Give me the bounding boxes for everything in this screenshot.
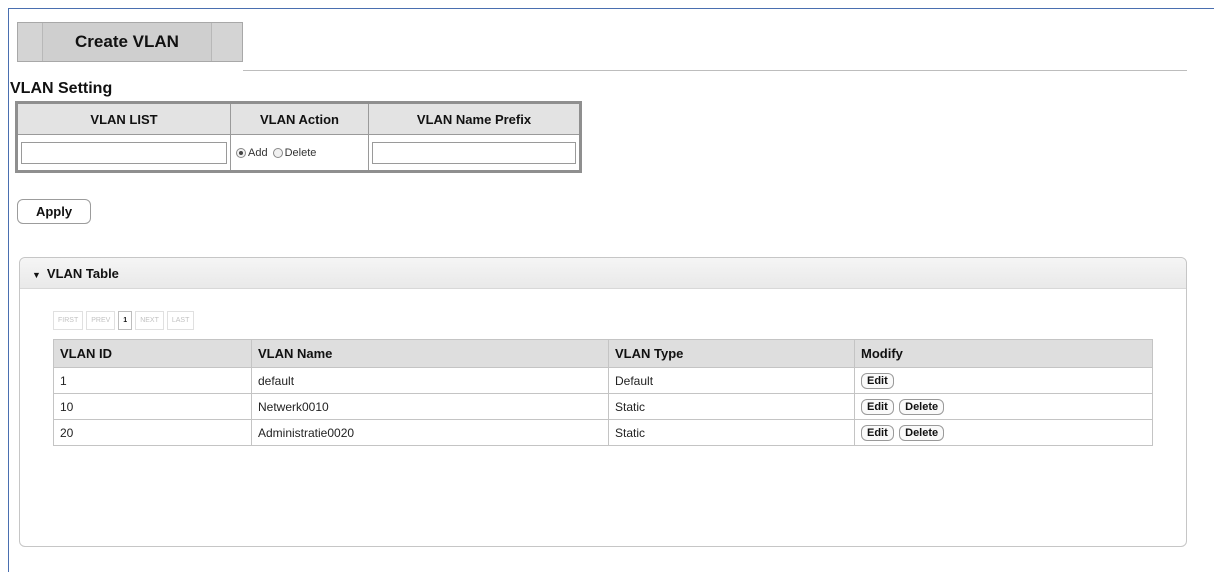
tab-create-vlan[interactable]: Create VLAN <box>42 23 212 61</box>
vlan-setting-table: VLAN LIST VLAN Action VLAN Name Prefix A… <box>15 101 582 173</box>
col-vlan-id: VLAN ID <box>53 339 252 368</box>
table-row: 1 default Default Edit <box>53 367 1153 394</box>
vlan-table-header-row: VLAN ID VLAN Name VLAN Type Modify <box>53 339 1153 368</box>
col-vlan-action: VLAN Action <box>230 102 369 135</box>
vlan-name-cell: default <box>251 367 609 394</box>
vlan-type-cell: Static <box>608 419 855 446</box>
col-vlan-list: VLAN LIST <box>16 102 231 135</box>
vlan-id-cell: 1 <box>53 367 252 394</box>
delete-radio[interactable] <box>272 147 283 158</box>
vlan-name-cell: Netwerk0010 <box>251 393 609 420</box>
vlan-setting-title: VLAN Setting <box>10 80 113 97</box>
pager-prev[interactable]: PREV <box>86 311 116 330</box>
col-modify: Modify <box>854 339 1153 368</box>
delete-button[interactable]: Delete <box>899 398 945 415</box>
apply-button[interactable]: Apply <box>17 199 91 224</box>
pagination: FIRST PREV 1 NEXT LAST <box>53 311 195 330</box>
delete-button[interactable]: Delete <box>899 424 945 441</box>
vlan-table-title: VLAN Table <box>46 266 119 281</box>
vlan-table-panel: ▼ VLAN Table FIRST PREV 1 NEXT LAST VLAN … <box>19 257 1187 547</box>
add-radio-label: Add <box>248 146 268 159</box>
pager-first[interactable]: FIRST <box>53 311 84 330</box>
vlan-name-prefix-input[interactable] <box>372 141 576 164</box>
delete-radio-label: Delete <box>284 146 317 159</box>
vlan-list-cell <box>16 134 231 172</box>
vlan-table-header[interactable]: ▼ VLAN Table <box>20 258 1186 289</box>
vlan-name-cell: Administratie0020 <box>251 419 609 446</box>
edit-button[interactable]: Edit <box>861 424 894 441</box>
col-vlan-name-prefix: VLAN Name Prefix <box>368 102 581 135</box>
modify-cell: Edit Delete <box>854 419 1153 446</box>
tab-strip: Create VLAN <box>17 22 243 62</box>
pager-page-1[interactable]: 1 <box>118 311 133 330</box>
vlan-list-input[interactable] <box>21 141 227 164</box>
vlan-action-cell: Add Delete <box>230 134 369 172</box>
modify-cell: Edit Delete <box>854 393 1153 420</box>
pager-next[interactable]: NEXT <box>135 311 164 330</box>
vlan-type-cell: Default <box>608 367 855 394</box>
vlan-table: VLAN ID VLAN Name VLAN Type Modify 1 def… <box>53 339 1153 446</box>
vlan-id-cell: 20 <box>53 419 252 446</box>
collapse-caret-icon[interactable]: ▼ <box>32 270 41 280</box>
edit-button[interactable]: Edit <box>861 398 894 415</box>
table-row: 10 Netwerk0010 Static Edit Delete <box>53 393 1153 420</box>
pager-last[interactable]: LAST <box>166 311 195 330</box>
modify-cell: Edit <box>854 367 1153 394</box>
edit-button[interactable]: Edit <box>861 372 894 389</box>
vlan-id-cell: 10 <box>53 393 252 420</box>
add-radio[interactable] <box>236 147 246 158</box>
header-divider <box>243 70 1187 71</box>
vlan-type-cell: Static <box>608 393 855 420</box>
col-vlan-type: VLAN Type <box>608 339 855 368</box>
col-vlan-name: VLAN Name <box>251 339 609 368</box>
vlan-name-prefix-cell <box>368 134 581 172</box>
table-row: 20 Administratie0020 Static Edit Delete <box>53 419 1153 446</box>
